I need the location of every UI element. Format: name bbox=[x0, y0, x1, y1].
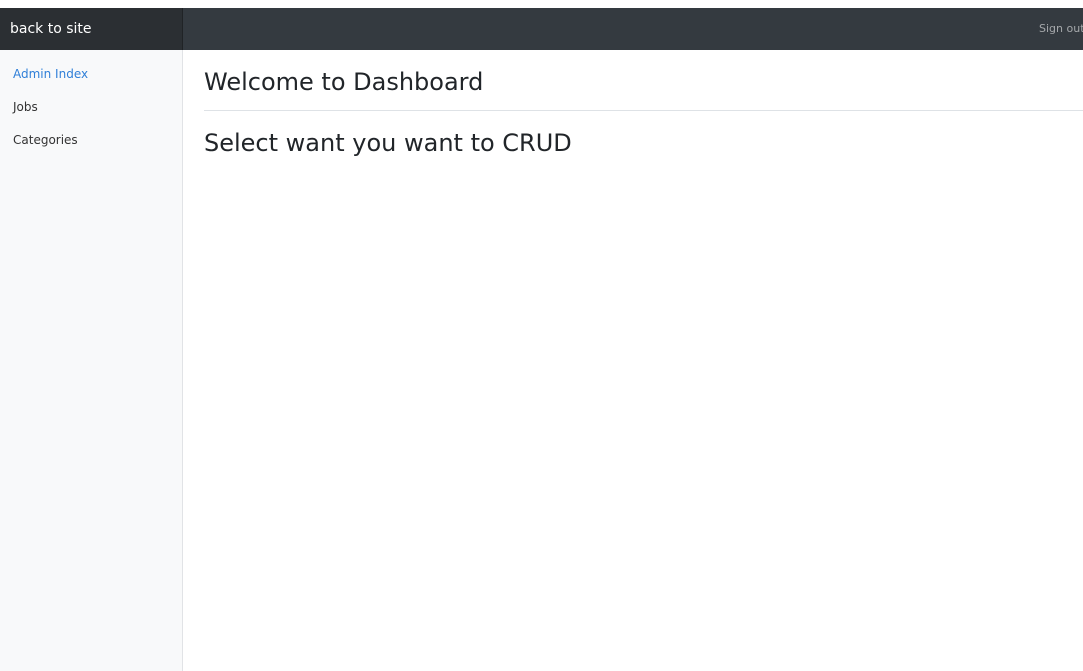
top-strip bbox=[0, 0, 1083, 8]
sidebar-item-admin-index[interactable]: Admin Index bbox=[0, 64, 182, 91]
main-content: Welcome to Dashboard Select want you wan… bbox=[204, 50, 1083, 157]
page-subtitle: Select want you want to CRUD bbox=[204, 129, 572, 157]
sign-out-link[interactable]: Sign out bbox=[1039, 8, 1083, 50]
page-title: Welcome to Dashboard bbox=[204, 68, 484, 96]
top-navbar: back to site Sign out bbox=[0, 8, 1083, 50]
sidebar-item-categories[interactable]: Categories bbox=[0, 130, 182, 157]
back-to-site-link[interactable]: back to site bbox=[0, 8, 183, 50]
sidebar: Admin Index Jobs Categories bbox=[0, 50, 183, 671]
sidebar-item-jobs[interactable]: Jobs bbox=[0, 97, 182, 124]
